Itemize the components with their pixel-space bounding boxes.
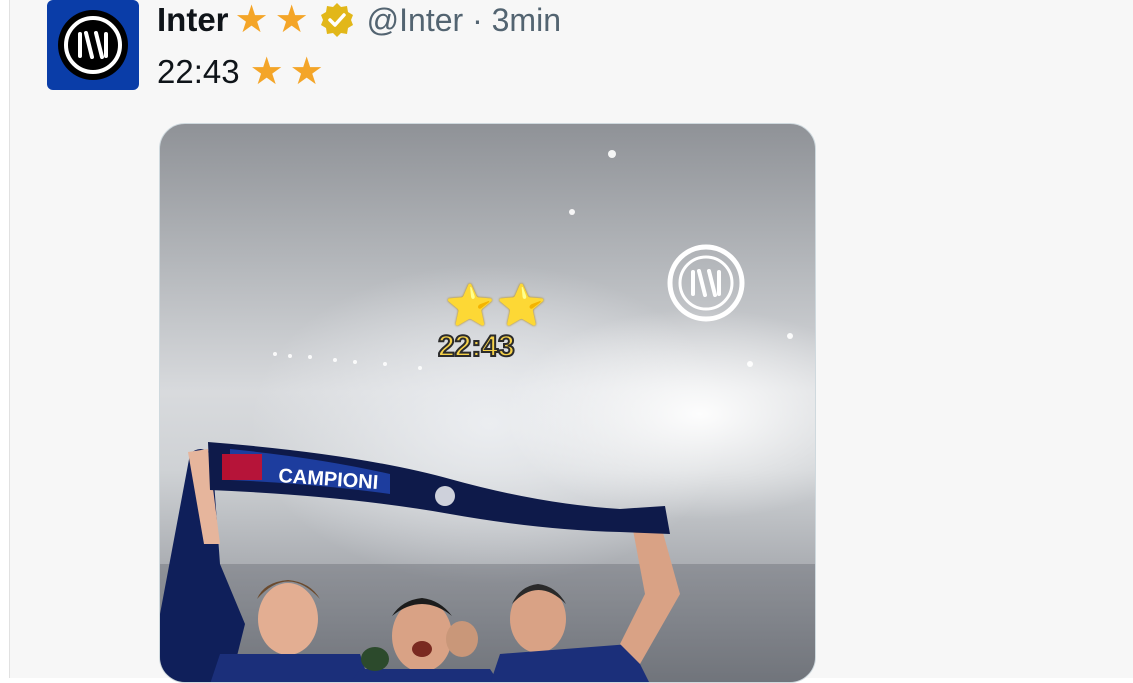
star-icon: ★ [274,0,309,41]
handle-and-time[interactable]: @Inter · 3min [367,2,561,39]
tweet-header: Inter ★ ★ @Inter · 3min [157,0,561,42]
celebration-scene-image [160,150,815,682]
overlay-stars: ⭐⭐ [445,284,549,328]
scarf-image: CAMPIONI [208,442,670,534]
inter-watermark-icon [667,244,745,322]
star-icon: ★ [234,0,269,41]
author-name[interactable]: Inter [157,1,229,39]
star-icon: ★ [249,51,284,93]
tweet-text: 22:43 [157,53,240,90]
star-icon: ★ [289,51,324,93]
inter-logo-icon [58,10,128,80]
media-video[interactable]: CAMPIONI ⭐⭐ 22:43 [159,123,816,683]
tweet-text-line: 22:43 ★ ★ [157,50,324,94]
overlay-time: 22:43 [437,329,516,364]
verified-badge-icon[interactable] [319,2,355,38]
avatar[interactable] [47,0,139,90]
